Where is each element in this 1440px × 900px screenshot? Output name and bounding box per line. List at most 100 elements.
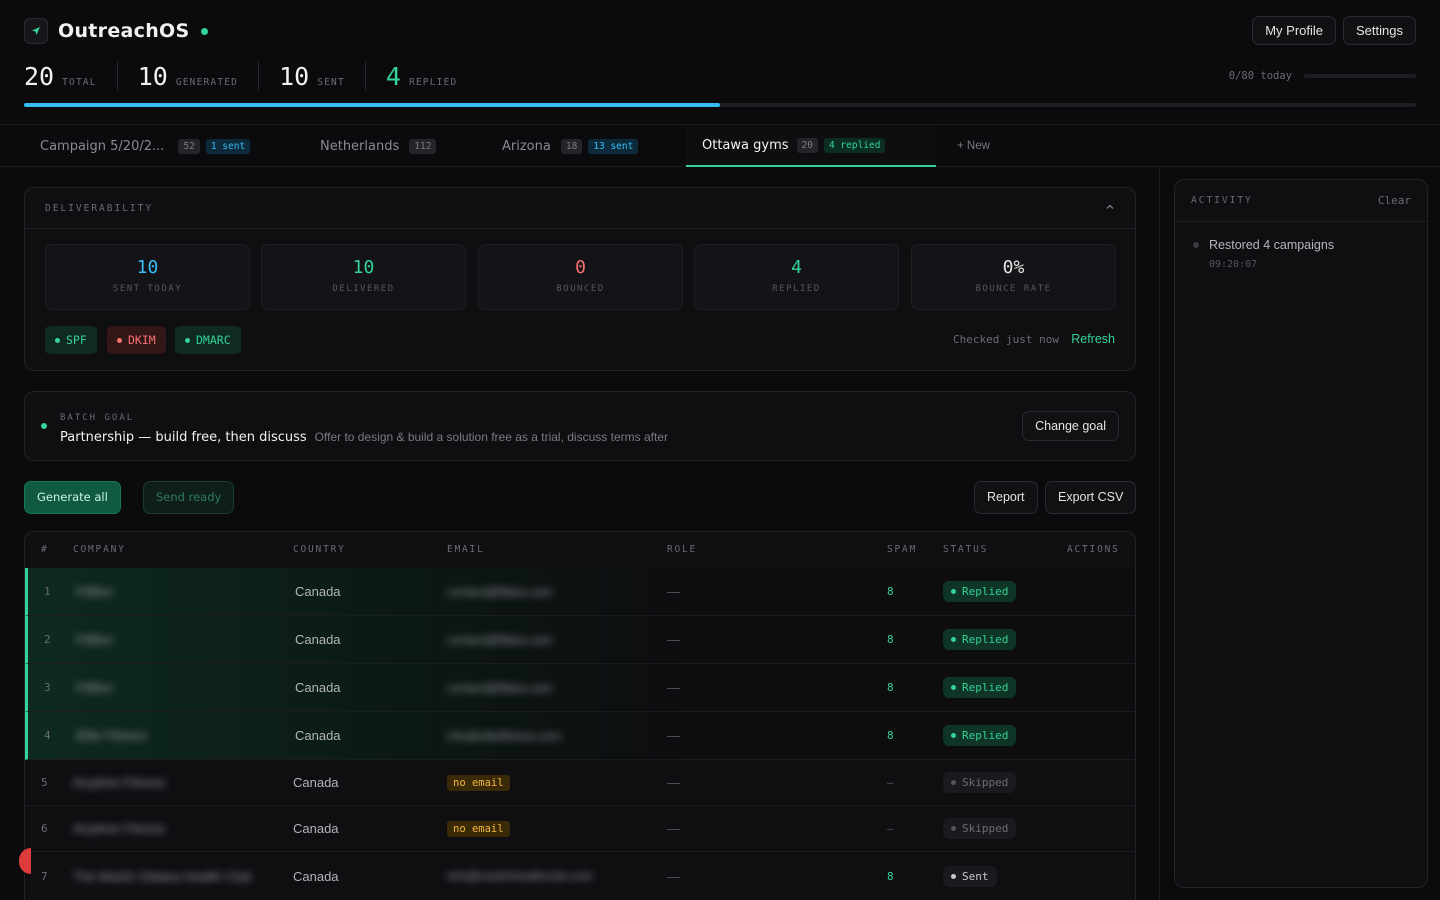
daily-quota-label: 0/80 today	[1228, 70, 1292, 82]
col-role[interactable]: ROLE	[667, 544, 697, 555]
clear-activity-button[interactable]: Clear	[1378, 194, 1411, 207]
stat-label: SENT	[317, 77, 345, 88]
table-row[interactable]: 4 Elite Fitness Canada info@elitefitness…	[25, 712, 1135, 760]
stat-total: 20 TOTAL	[24, 62, 118, 91]
tab-ottawa-gyms[interactable]: Ottawa gyms 20 4 replied	[686, 125, 936, 167]
col-company[interactable]: COMPANY	[73, 544, 126, 555]
divider	[1175, 221, 1427, 222]
auth-label: DMARC	[196, 333, 231, 347]
stat-value: 4	[385, 62, 401, 91]
refresh-link[interactable]: Refresh	[1071, 332, 1115, 346]
status-cell: Skipped	[943, 806, 1017, 851]
role: —	[667, 632, 680, 647]
batch-goal-panel: BATCH GOAL Partnership — build free, the…	[24, 391, 1136, 461]
settings-button[interactable]: Settings	[1343, 16, 1416, 45]
metric-label: SENT TODAY	[112, 284, 183, 294]
activity-sidebar: ACTIVITY Clear Restored 4 campaigns 09:2…	[1159, 167, 1440, 900]
my-profile-button[interactable]: My Profile	[1252, 16, 1336, 45]
report-button[interactable]: Report	[974, 481, 1038, 514]
batch-goal-title: Partnership — build free, then discuss	[60, 430, 307, 445]
campaign-tabs: Campaign 5/20/2... 52 1 sent Netherlands…	[0, 125, 1440, 167]
status-badge: Replied	[943, 581, 1017, 602]
row-number: 5	[41, 776, 48, 789]
auth-label: SPF	[66, 333, 87, 347]
tab-netherlands[interactable]: Netherlands 112	[304, 125, 452, 167]
table-row[interactable]: 6 Anytime Fitness Canada no email — – Sk…	[25, 806, 1135, 852]
table-row[interactable]: 7 The Martin Ottawa Health Club Canada i…	[25, 852, 1135, 900]
col-country[interactable]: COUNTRY	[293, 544, 346, 555]
metric-label: REPLIED	[772, 284, 821, 294]
table-row[interactable]: 5 Anytime Fitness Canada no email — – Sk…	[25, 760, 1135, 806]
daily-quota-bar	[1304, 74, 1416, 78]
status-text: Replied	[962, 681, 1009, 694]
tab-count: 20	[796, 137, 818, 153]
status-text: Replied	[962, 729, 1009, 742]
metric-delivered: 10 DELIVERED	[261, 244, 466, 310]
col-email[interactable]: EMAIL	[447, 544, 485, 555]
col-status[interactable]: STATUS	[943, 544, 988, 555]
send-ready-button[interactable]: Send ready	[143, 481, 235, 514]
status-cell: Replied	[943, 712, 1017, 759]
metric-value: 0	[575, 257, 586, 278]
new-tab-button[interactable]: + New	[957, 125, 990, 167]
batch-goal-content: Partnership — build free, then discuss O…	[60, 430, 668, 445]
spam-score: –	[887, 822, 894, 835]
tab-badge: 4 replied	[823, 137, 886, 153]
send-icon[interactable]	[24, 18, 48, 44]
email: contact@fitbox.com	[447, 584, 553, 599]
status-dot	[951, 826, 956, 831]
status-cell: Skipped	[943, 760, 1017, 805]
status-dot	[951, 589, 956, 594]
spam-score: 8	[887, 869, 894, 883]
status-cell: Replied	[943, 568, 1017, 615]
status-badge: Replied	[943, 629, 1017, 650]
stats-bar: 20 TOTAL 10 GENERATED 10 SENT 4 REPLIED	[24, 62, 497, 91]
stat-label: GENERATED	[175, 77, 239, 88]
status-text: Replied	[962, 633, 1009, 646]
stat-label: TOTAL	[62, 77, 97, 88]
status-dot	[201, 27, 209, 35]
email: contact@fitbox.com	[447, 680, 553, 695]
email: info@elitefitness.com	[447, 728, 562, 743]
country: Canada	[293, 821, 339, 836]
tab-arizona[interactable]: Arizona 18 13 sent	[486, 125, 654, 167]
deliverability-panel: DELIVERABILITY 10 SENT TODAY 10 DELIVERED …	[24, 187, 1136, 371]
spf-badge: SPF	[45, 326, 97, 354]
generate-all-button[interactable]: Generate all	[24, 481, 121, 514]
metric-bounced: 0 BOUNCED	[478, 244, 683, 310]
role: —	[667, 680, 680, 695]
row-number: 3	[44, 681, 51, 694]
metric-replied: 4 REPLIED	[694, 244, 899, 310]
dmarc-badge: DMARC	[175, 326, 241, 354]
tab-count: 18	[560, 138, 583, 154]
activity-title: ACTIVITY	[1191, 195, 1253, 206]
metric-value: 10	[136, 257, 159, 278]
feedback-handle[interactable]	[19, 848, 31, 874]
row-number: 6	[41, 822, 48, 835]
status-cell: Replied	[943, 616, 1017, 663]
metric-bounce-rate: 0% BOUNCE RATE	[911, 244, 1116, 310]
divider	[25, 228, 1135, 229]
activity-item-time: 09:20:07	[1209, 259, 1258, 270]
status-text: Skipped	[962, 776, 1009, 789]
spam-score: –	[887, 776, 894, 789]
company-name: FitBox	[76, 632, 113, 647]
metric-label: DELIVERED	[332, 284, 395, 294]
col-num: #	[41, 544, 49, 555]
col-spam[interactable]: SPAM	[887, 544, 917, 555]
chevron-up-icon[interactable]	[1105, 200, 1115, 215]
role: —	[667, 821, 680, 836]
tab-campaign[interactable]: Campaign 5/20/2... 52 1 sent	[24, 125, 266, 167]
status-text: Skipped	[962, 822, 1009, 835]
stat-sent: 10 SENT	[279, 62, 366, 91]
table-row[interactable]: 2 FitBox Canada contact@fitbox.com — 8 R…	[25, 616, 1135, 664]
table-row[interactable]: 3 FitBox Canada contact@fitbox.com — 8 R…	[25, 664, 1135, 712]
table-row[interactable]: 1 FitBox Canada contact@fitbox.com — 8 R…	[25, 568, 1135, 616]
row-number: 7	[41, 869, 48, 883]
tab-count: 52	[178, 138, 200, 154]
status-dot	[951, 637, 956, 642]
country: Canada	[295, 584, 341, 599]
metric-value: 10	[352, 257, 375, 278]
change-goal-button[interactable]: Change goal	[1022, 411, 1119, 441]
export-csv-button[interactable]: Export CSV	[1045, 481, 1137, 514]
